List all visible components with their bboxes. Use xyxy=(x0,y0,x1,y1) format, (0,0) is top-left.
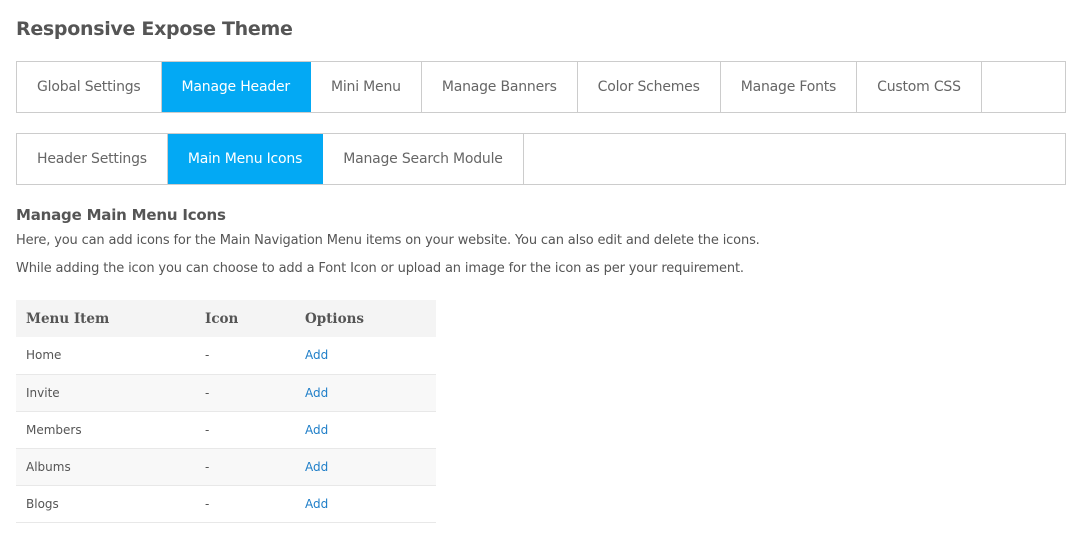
menu-item-icon: - xyxy=(195,411,295,449)
column-header-icon: Icon xyxy=(195,300,295,337)
tab-manage-fonts[interactable]: Manage Fonts xyxy=(721,62,858,112)
add-icon-link[interactable]: Add xyxy=(305,497,328,511)
tab-manage-banners[interactable]: Manage Banners xyxy=(422,62,578,112)
menu-icons-table: Menu Item Icon Options Home - Add Invite… xyxy=(16,300,436,523)
menu-item-name: Invite xyxy=(16,374,195,412)
tab-manage-header[interactable]: Manage Header xyxy=(161,62,311,112)
column-header-options: Options xyxy=(295,300,436,337)
menu-item-icon: - xyxy=(195,485,295,523)
add-icon-link[interactable]: Add xyxy=(305,460,328,474)
menu-item-icon: - xyxy=(195,374,295,412)
table-row: Albums - Add xyxy=(16,448,436,486)
table-row: Invite - Add xyxy=(16,374,436,412)
add-icon-link[interactable]: Add xyxy=(305,386,328,400)
table-row: Blogs - Add xyxy=(16,485,436,523)
tab-main-menu-icons[interactable]: Main Menu Icons xyxy=(167,134,324,184)
menu-item-name: Albums xyxy=(16,448,195,486)
section-description-2: While adding the icon you can choose to … xyxy=(16,261,744,276)
page-title: Responsive Expose Theme xyxy=(16,18,293,40)
tab-mini-menu[interactable]: Mini Menu xyxy=(311,62,422,112)
menu-item-icon: - xyxy=(195,448,295,486)
menu-item-name: Blogs xyxy=(16,485,195,523)
add-icon-link[interactable]: Add xyxy=(305,348,328,362)
add-icon-link[interactable]: Add xyxy=(305,423,328,437)
table-header-row: Menu Item Icon Options xyxy=(16,300,436,337)
sub-tab-bar: Header Settings Main Menu Icons Manage S… xyxy=(16,133,1066,185)
menu-item-icon: - xyxy=(195,337,295,375)
tab-custom-css[interactable]: Custom CSS xyxy=(857,62,982,112)
tab-color-schemes[interactable]: Color Schemes xyxy=(578,62,721,112)
section-description-1: Here, you can add icons for the Main Nav… xyxy=(16,233,760,248)
table-row: Home - Add xyxy=(16,337,436,375)
tab-global-settings[interactable]: Global Settings xyxy=(17,62,162,112)
column-header-menu-item: Menu Item xyxy=(16,300,195,337)
tab-manage-search-module[interactable]: Manage Search Module xyxy=(323,134,524,184)
menu-item-name: Home xyxy=(16,337,195,375)
table-row: Members - Add xyxy=(16,411,436,449)
menu-item-name: Members xyxy=(16,411,195,449)
main-tab-bar: Global Settings Manage Header Mini Menu … xyxy=(16,61,1066,113)
section-title: Manage Main Menu Icons xyxy=(16,206,226,224)
tab-header-settings[interactable]: Header Settings xyxy=(17,134,168,184)
